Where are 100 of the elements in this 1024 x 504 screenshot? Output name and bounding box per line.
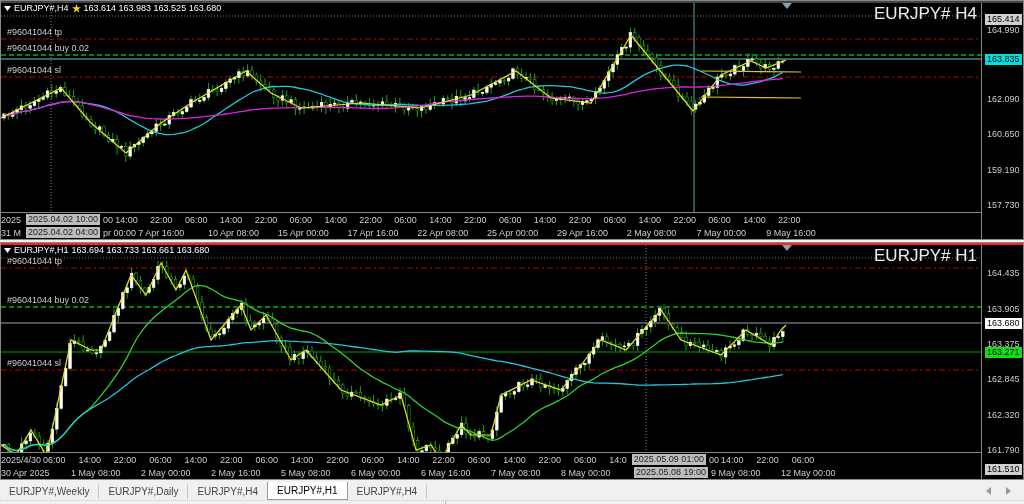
time-label: 22:00 (464, 214, 488, 225)
time-label: 14:00 (720, 454, 745, 465)
time-label: 9 May 16:00 (766, 227, 817, 238)
order-label: #96041044 buy 0.02 (7, 43, 90, 53)
cursor-time-label: 2025.04.02 10:00 (26, 214, 101, 225)
time-label: 22:00 (113, 454, 138, 465)
time-label: 14:00 (290, 454, 315, 465)
time-label: 14:00 (503, 454, 527, 465)
time-label: 06:00 (708, 214, 732, 225)
price-label: 162.845 (986, 374, 1021, 385)
time-label: 06:00 (394, 214, 418, 225)
time-label: 22:00 (359, 214, 383, 225)
time-label: 15 Apr 00:00 (277, 227, 330, 238)
price-label: 161.790 (986, 445, 1021, 456)
price-label: 163.375 (986, 339, 1021, 349)
order-label: #96041044 sl (7, 65, 62, 75)
time-label: 14:00 (429, 214, 453, 225)
time-label: 31 M (1, 227, 21, 238)
time-label: 22:00 (673, 214, 697, 225)
ask-price-tag: 163.835 (985, 54, 1022, 65)
ohlc-values: 163.614 163.983 163.525 163.680 (83, 3, 222, 13)
time-label: 06:00 (255, 454, 279, 465)
chart-tab[interactable]: EURJPY#,Weekly (0, 484, 100, 499)
chart-tab[interactable]: EURJPY#,Daily (99, 484, 189, 499)
price-label: 157.730 (986, 200, 1021, 211)
chart-tab[interactable]: EURJPY#,H1 (267, 482, 348, 500)
time-label: 8 May 00:00 (561, 467, 612, 478)
price-label: 160.650 (986, 129, 1021, 140)
time-label: 17 Apr 16:00 (347, 227, 400, 238)
time-label: 14:00 (184, 454, 209, 465)
time-label: 12 May 00:00 (781, 467, 837, 478)
time-label: 9 May 08:00 (711, 467, 762, 478)
time-label: 06:00 (791, 454, 816, 465)
chart-title: EURJPY# H4 (874, 4, 977, 24)
cursor-time-label: 2025.04.02 04:00 (26, 227, 101, 238)
cursor-time-label: 2025.05.09 01:00 (631, 454, 706, 465)
ohlc-values: 163.694 163.733 163.661 163.680 (71, 245, 210, 255)
time-label: 22:00 (432, 454, 456, 465)
low-price-tag: 161.510 (985, 464, 1022, 475)
price-label: 163.905 (986, 304, 1021, 315)
chart-tab[interactable]: EURJPY#,H4 (347, 484, 428, 499)
time-label: 06:00 (498, 214, 523, 225)
chart-title: EURJPY# H1 (874, 246, 977, 266)
high-price-tag: 165.414 (985, 14, 1022, 25)
time-label: 14:00 (396, 454, 421, 465)
time-label: 06:00 (467, 454, 492, 465)
time-label: 2 May 08:00 (626, 227, 678, 238)
time-label: 22:00 (778, 214, 802, 225)
order-label: #96041044 sl (7, 358, 62, 368)
time-label: 22:00 (756, 454, 780, 465)
time-label: 14:0 (609, 454, 627, 465)
time-label: 7 Apr 16:00 (138, 227, 186, 238)
time-label: 06:00 (603, 214, 628, 225)
time-label: 6 May 16:00 (421, 467, 472, 478)
time-label: 00 (708, 454, 719, 465)
price-label: 159.190 (986, 165, 1021, 176)
time-label: 2 May 16:00 (211, 467, 262, 478)
chart-symbol: EURJPY#,H1 (14, 245, 69, 255)
time-label: 22:00 (254, 214, 279, 225)
price-label: 162.090 (986, 94, 1021, 105)
order-label: #96041044 tp (7, 27, 63, 37)
time-label: 22:00 (150, 214, 174, 225)
time-label: 22:00 (220, 454, 244, 465)
time-label: pr 00:00 (103, 227, 137, 238)
time-label: 14:00 (219, 214, 244, 225)
price-label: 164.435 (986, 268, 1021, 279)
time-label: 06:00 (573, 454, 598, 465)
time-label: 5 May 08:00 (281, 467, 332, 478)
time-label: 7 May 00:00 (696, 227, 748, 238)
time-label: 06:00 (361, 454, 386, 465)
time-label: 22:00 (568, 214, 593, 225)
time-label: 22:00 (326, 454, 350, 465)
price-label: 162.320 (986, 410, 1021, 421)
time-label: 06:00 (289, 214, 314, 225)
time-label: 06:00 (43, 454, 67, 465)
time-label: 2 May 00:00 (141, 467, 192, 478)
line-price-tag: 163.271 (985, 347, 1022, 358)
time-label: 14:00 (324, 214, 348, 225)
time-label: 2025 (1, 214, 22, 225)
time-label: 29 Apr 16:00 (556, 227, 609, 238)
time-label: 14:00 (115, 214, 139, 225)
chart-symbol: EURJPY#,H4 (14, 3, 69, 13)
time-label: 6 May 00:00 (351, 467, 402, 478)
time-label: 10 Apr 08:00 (207, 227, 260, 238)
time-label: 14:00 (78, 454, 102, 465)
price-label: 164.990 (986, 25, 1021, 36)
order-label: #96041044 tp (7, 256, 63, 266)
time-label: 1 May 08:00 (71, 467, 122, 478)
cursor-time-label: 2025.05.08 19:00 (634, 467, 709, 478)
order-label: #96041044 buy 0.02 (7, 295, 90, 305)
time-label: 25 Apr 00:00 (487, 227, 540, 238)
time-label: 22:00 (538, 454, 563, 465)
time-label: 14:00 (638, 214, 662, 225)
time-label: 22 Apr 08:00 (417, 227, 470, 238)
time-label: 7 May 08:00 (491, 467, 542, 478)
time-label: 14:00 (533, 214, 558, 225)
time-label: 06:00 (184, 214, 209, 225)
time-label: 06:00 (149, 454, 173, 465)
time-label: 2025/4/30 (1, 454, 42, 465)
bid-price-tag: 163.680 (985, 318, 1022, 329)
